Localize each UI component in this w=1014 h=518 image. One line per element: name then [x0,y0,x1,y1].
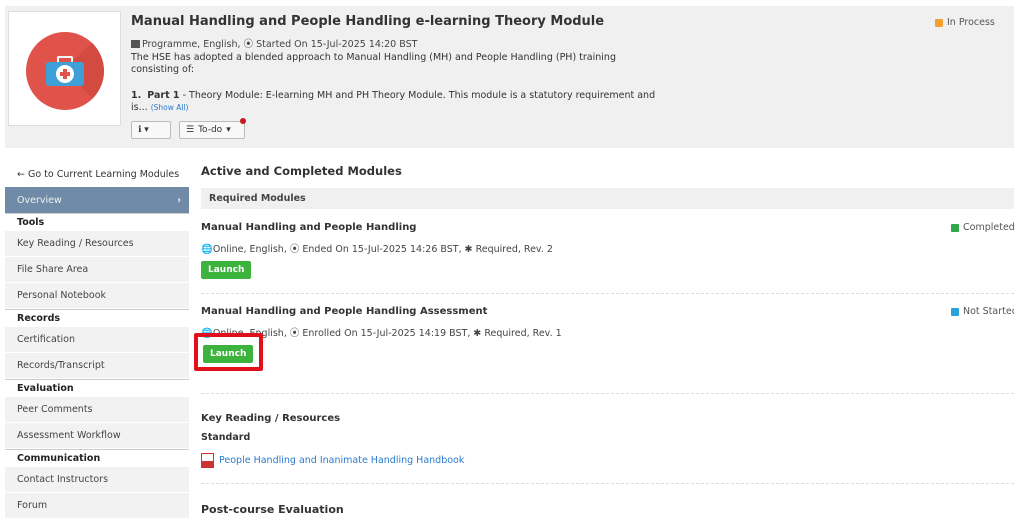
key-reading-subtitle: Standard [201,432,251,443]
module-status: In Process [935,17,995,28]
sidebar-heading-evaluation: Evaluation [5,379,189,397]
module-header: Manual Handling and People Handling e-le… [5,6,1014,148]
module-title: Manual Handling and People Handling e-le… [131,14,605,29]
show-all-link[interactable]: (Show All) [151,103,189,112]
sidebar-item-records[interactable]: Records/Transcript [5,353,189,379]
module-title-2: Manual Handling and People Handling Asse… [201,306,488,317]
module-meta: Programme, English, ⦿ Started On 15-Jul-… [131,36,417,50]
chevron-right-icon: › [177,194,181,206]
globe-icon: 🌐 [201,244,213,255]
sidebar-heading-communication: Communication [5,449,189,467]
info-dropdown-button[interactable]: ℹ ▾ [131,121,171,139]
sidebar-item-key-reading[interactable]: Key Reading / Resources [5,231,189,257]
sidebar-heading-tools: Tools [5,213,189,231]
sidebar-item-overview[interactable]: Overview › [5,187,189,213]
sidebar-item-forum[interactable]: Forum [5,493,189,518]
divider [201,483,1014,484]
back-to-modules-link[interactable]: ← Go to Current Learning Modules [5,161,189,187]
divider [201,393,1014,394]
todo-dropdown-button[interactable]: ☰ To-do ▾ [179,121,245,139]
required-modules-bar: Required Modules [201,188,1014,209]
sidebar-item-notebook[interactable]: Personal Notebook [5,283,189,309]
module-description: The HSE has adopted a blended approach t… [131,52,616,75]
programme-icon [131,40,140,48]
first-aid-kit-icon [26,32,104,110]
module-status-2: Not Started [951,306,1014,317]
post-course-title: Post-course Evaluation [201,503,344,516]
sidebar-heading-records: Records [5,309,189,327]
launch-button-1[interactable]: Launch [201,261,252,279]
module-part-text: 1. Part 1 - Theory Module: E-learning MH… [131,90,656,113]
sidebar-item-certification[interactable]: Certification [5,327,189,353]
chevron-down-icon: ▾ [226,125,231,135]
pdf-icon [201,453,214,468]
highlight-box [194,333,263,371]
sidebar: ← Go to Current Learning Modules Overvie… [5,161,189,518]
sidebar-item-file-share[interactable]: File Share Area [5,257,189,283]
sidebar-item-assessment-workflow[interactable]: Assessment Workflow [5,423,189,449]
status-square-icon [951,223,959,232]
status-square-icon [935,18,943,27]
sidebar-item-contact[interactable]: Contact Instructors [5,467,189,493]
module-meta-1: 🌐Online, English, ⦿ Ended On 15-Jul-2025… [201,244,553,255]
resource-file-link[interactable]: People Handling and Inanimate Handling H… [201,453,464,468]
notification-dot [240,118,246,124]
section-title: Active and Completed Modules [201,164,402,178]
module-title-1: Manual Handling and People Handling [201,222,417,233]
module-thumbnail [8,11,121,126]
sidebar-item-peer-comments[interactable]: Peer Comments [5,397,189,423]
list-icon: ☰ [186,125,195,135]
module-status-1: Completed [951,222,1014,233]
key-reading-title: Key Reading / Resources [201,413,341,424]
status-square-icon [951,307,959,316]
divider [201,293,1014,294]
